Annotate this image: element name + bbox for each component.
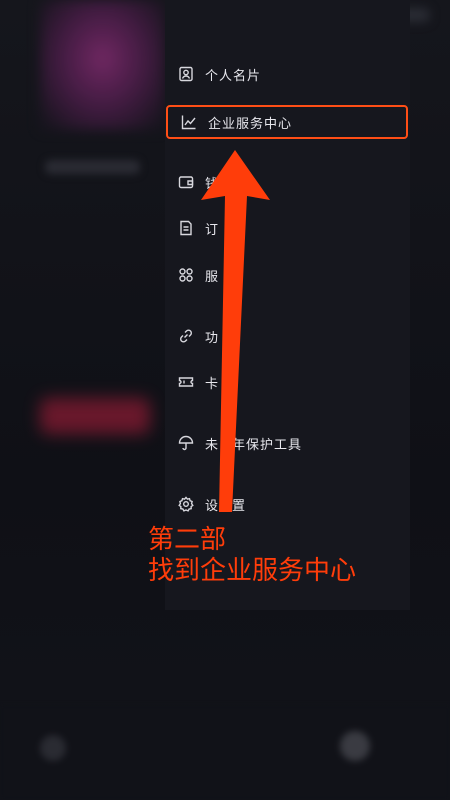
menu-item-label: 功	[205, 330, 220, 346]
menu-item-label: 个人名片	[205, 68, 262, 84]
blurred-text	[45, 160, 140, 174]
menu-item-label: 卡	[205, 376, 220, 392]
menu-item-label: 服	[205, 269, 220, 285]
annotation-line-2: 找到企业服务中心	[148, 556, 357, 586]
menu-item-card-coupons[interactable]: 卡	[165, 362, 410, 402]
grid-icon	[177, 266, 195, 284]
menu-item-orders[interactable]: 订	[165, 208, 410, 248]
annotation-text: 第二部 找到企业服务中心	[148, 525, 356, 587]
menu-item-minor-protection[interactable]: 未年保护工具	[165, 423, 410, 463]
id-card-icon	[177, 65, 195, 83]
blurred-thumbnail	[40, 0, 165, 130]
menu-item-label: 订	[205, 222, 220, 238]
umbrella-icon	[177, 434, 195, 452]
menu-item-label: 未年保护工具	[205, 437, 303, 453]
blurred-bottom-icon	[40, 735, 66, 761]
menu-item-wallet[interactable]: 钱	[165, 162, 410, 202]
wallet-icon	[177, 173, 195, 191]
blurred-bottom-bar	[0, 705, 450, 800]
order-icon	[177, 219, 195, 237]
ticket-icon	[177, 373, 195, 391]
menu-item-label: 企业服务中心	[208, 116, 293, 132]
menu-item-settings[interactable]: 设置	[165, 484, 410, 524]
menu-item-label: 设置	[205, 498, 247, 514]
menu-item-label: 钱	[205, 176, 220, 192]
menu-item-features[interactable]: 功	[165, 316, 410, 356]
menu-item-services[interactable]: 服	[165, 255, 410, 295]
gear-icon	[177, 495, 195, 513]
annotation-line-1: 第二部	[148, 525, 227, 555]
side-drawer: 个人名片 企业服务中心 钱 订 服 功 卡 未 年保护工具 设 置	[165, 0, 410, 610]
blurred-bottom-icon	[340, 731, 370, 761]
link-icon	[177, 327, 195, 345]
menu-item-business-card[interactable]: 个人名片	[165, 54, 410, 94]
menu-item-enterprise-service-center[interactable]: 企业服务中心	[166, 105, 408, 139]
chart-line-icon	[180, 113, 198, 131]
blurred-button	[40, 398, 150, 434]
